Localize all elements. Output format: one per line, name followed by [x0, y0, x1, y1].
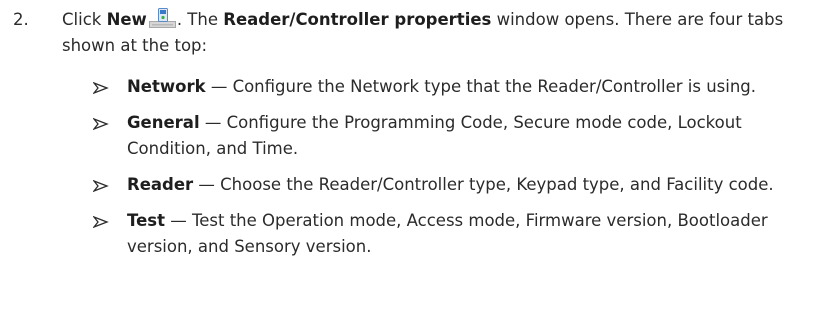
step-text: Click New . The Reader/Controller proper…: [62, 7, 810, 59]
tab-name: General: [127, 113, 200, 132]
list-item-reader: Reader — Choose the Reader/Controller ty…: [90, 172, 815, 198]
arrow-bullet-icon: [93, 118, 109, 130]
tab-name: Test: [127, 211, 165, 230]
window-name: Reader/Controller properties: [223, 10, 492, 29]
new-label: New: [106, 10, 147, 29]
tab-name: Network: [127, 77, 206, 96]
tab-name: Reader: [127, 175, 194, 194]
arrow-bullet-icon: [93, 82, 109, 94]
list-item-network: Network — Configure the Network type tha…: [90, 74, 815, 100]
tab-description: — Choose the Reader/Controller type, Key…: [193, 175, 774, 194]
list-item-general: General — Configure the Programming Code…: [90, 110, 815, 162]
step-number: 2.: [13, 10, 29, 29]
step-text-part2: . The: [176, 10, 224, 29]
new-device-icon: [148, 8, 176, 28]
arrow-bullet-icon: [93, 180, 109, 192]
tab-description-list: Network — Configure the Network type tha…: [90, 74, 815, 270]
arrow-bullet-icon: [93, 216, 109, 228]
tab-description: — Configure the Network type that the Re…: [205, 77, 757, 96]
tab-description: — Configure the Programming Code, Secure…: [127, 113, 742, 158]
step-text-part1: Click: [62, 10, 107, 29]
tab-description: — Test the Operation mode, Access mode, …: [127, 211, 768, 256]
list-item-test: Test — Test the Operation mode, Access m…: [90, 208, 815, 260]
